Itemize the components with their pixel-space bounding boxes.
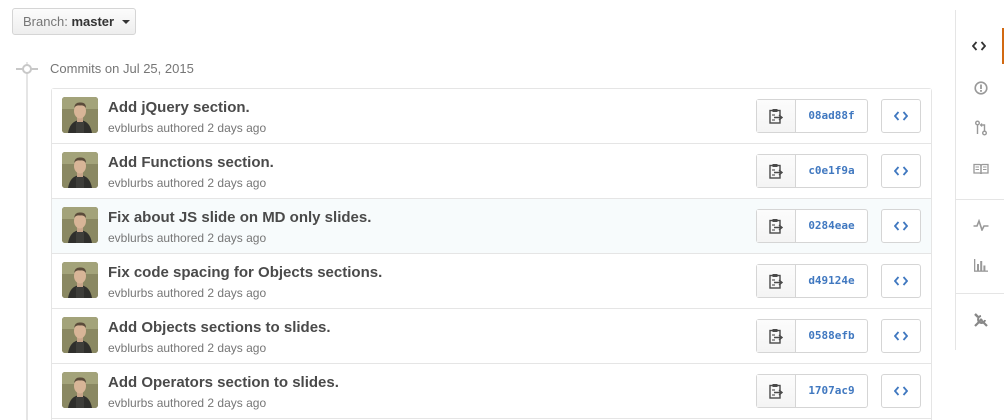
copy-sha-button[interactable] [757, 155, 796, 187]
avatar[interactable] [62, 97, 98, 133]
caret-down-icon [121, 20, 130, 24]
code-icon [894, 386, 908, 396]
sidebar-item-pulse[interactable] [956, 207, 1004, 243]
commit-row: Fix about JS slide on MD only slides. evb… [52, 199, 931, 254]
pull-request-icon [974, 120, 987, 136]
commit-title-link[interactable]: Add Objects sections to slides. [108, 319, 331, 336]
commit-time: authored 2 days ago [156, 231, 267, 245]
commit-title-link[interactable]: Add jQuery section. [108, 99, 250, 116]
avatar[interactable] [62, 372, 98, 408]
browse-code-button[interactable] [881, 154, 921, 188]
sha-button-group: 0588efb [756, 319, 868, 353]
commit-author-link[interactable]: evblurbs [108, 231, 153, 245]
code-icon [972, 41, 986, 51]
commit-author-link[interactable]: evblurbs [108, 286, 153, 300]
commit-row: Add jQuery section. evblurbs authored 2 d… [52, 89, 931, 144]
branch-label: Branch: [23, 14, 68, 29]
commit-meta: evblurbs authored 2 days ago [108, 121, 266, 135]
commit-meta: evblurbs authored 2 days ago [108, 341, 266, 355]
copy-sha-button[interactable] [757, 375, 796, 407]
sidebar-item-wiki[interactable] [956, 151, 1004, 187]
commit-time: authored 2 days ago [156, 121, 267, 135]
issue-icon [973, 81, 988, 95]
commit-author-link[interactable]: evblurbs [108, 341, 153, 355]
commit-title-link[interactable]: Fix about JS slide on MD only slides. [108, 209, 371, 226]
commit-time: authored 2 days ago [156, 286, 267, 300]
sidebar-item-settings[interactable] [956, 302, 1004, 338]
copy-sha-button[interactable] [757, 320, 796, 352]
commit-author-link[interactable]: evblurbs [108, 176, 153, 190]
commit-time: authored 2 days ago [156, 341, 267, 355]
wiki-book-icon [972, 163, 989, 175]
sidebar-divider [956, 199, 1004, 200]
branch-name: master [71, 14, 115, 29]
sha-button-group: d49124e [756, 264, 868, 298]
browse-code-button[interactable] [881, 99, 921, 133]
commit-sha-link[interactable]: 0588efb [796, 320, 867, 352]
browse-code-button[interactable] [881, 264, 921, 298]
commit-title-link[interactable]: Add Functions section. [108, 154, 274, 171]
avatar[interactable] [62, 152, 98, 188]
commit-meta: evblurbs authored 2 days ago [108, 396, 266, 410]
clipboard-icon [769, 384, 783, 399]
commit-title-link[interactable]: Add Operators section to slides. [108, 374, 339, 391]
commit-row: Add Functions section. evblurbs authored … [52, 144, 931, 199]
clipboard-icon [769, 109, 783, 124]
sidebar-item-issues[interactable] [956, 70, 1004, 106]
code-icon [894, 331, 908, 341]
commit-title-link[interactable]: Fix code spacing for Objects sections. [108, 264, 382, 281]
sidebar-item-graphs[interactable] [956, 247, 1004, 283]
browse-code-button[interactable] [881, 209, 921, 243]
commit-sha-link[interactable]: 08ad88f [796, 100, 867, 132]
commit-sha-link[interactable]: 0284eae [796, 210, 867, 242]
commit-sha-link[interactable]: d49124e [796, 265, 867, 297]
clipboard-icon [769, 164, 783, 179]
copy-sha-button[interactable] [757, 100, 796, 132]
commit-group-title: Commits on Jul 25, 2015 [50, 61, 194, 76]
commit-meta: evblurbs authored 2 days ago [108, 231, 266, 245]
clipboard-icon [769, 329, 783, 344]
branch-select-button[interactable]: Branch: master [12, 8, 136, 35]
clipboard-icon [769, 219, 783, 234]
commit-meta: evblurbs authored 2 days ago [108, 176, 266, 190]
commit-meta: evblurbs authored 2 days ago [108, 286, 266, 300]
pulse-icon [973, 219, 988, 231]
sha-button-group: 08ad88f [756, 99, 868, 133]
code-icon [894, 221, 908, 231]
avatar[interactable] [62, 207, 98, 243]
commit-node-icon [22, 64, 32, 74]
copy-sha-button[interactable] [757, 210, 796, 242]
sidebar-item-code[interactable] [956, 28, 1004, 64]
avatar[interactable] [62, 262, 98, 298]
sha-button-group: c0e1f9a [756, 154, 868, 188]
copy-sha-button[interactable] [757, 265, 796, 297]
code-icon [894, 111, 908, 121]
browse-code-button[interactable] [881, 319, 921, 353]
timeline-line [26, 62, 28, 420]
commit-time: authored 2 days ago [156, 396, 267, 410]
commit-time: authored 2 days ago [156, 176, 267, 190]
commit-sha-link[interactable]: 1707ac9 [796, 375, 867, 407]
sha-button-group: 0284eae [756, 209, 868, 243]
browse-code-button[interactable] [881, 374, 921, 408]
sidebar-item-pull-requests[interactable] [956, 110, 1004, 146]
commit-row: Add Operators section to slides. evblurbs… [52, 364, 931, 419]
commit-sha-link[interactable]: c0e1f9a [796, 155, 867, 187]
sidebar-divider [956, 293, 1004, 294]
commit-author-link[interactable]: evblurbs [108, 396, 153, 410]
clipboard-icon [769, 274, 783, 289]
avatar[interactable] [62, 317, 98, 353]
commit-list: Add jQuery section. evblurbs authored 2 d… [51, 88, 932, 420]
code-icon [894, 166, 908, 176]
repo-sidebar [955, 10, 1004, 350]
graph-icon [973, 259, 988, 272]
settings-tools-icon [973, 313, 988, 327]
code-icon [894, 276, 908, 286]
sha-button-group: 1707ac9 [756, 374, 868, 408]
commit-author-link[interactable]: evblurbs [108, 121, 153, 135]
commit-row: Fix code spacing for Objects sections. ev… [52, 254, 931, 309]
commit-row: Add Objects sections to slides. evblurbs … [52, 309, 931, 364]
